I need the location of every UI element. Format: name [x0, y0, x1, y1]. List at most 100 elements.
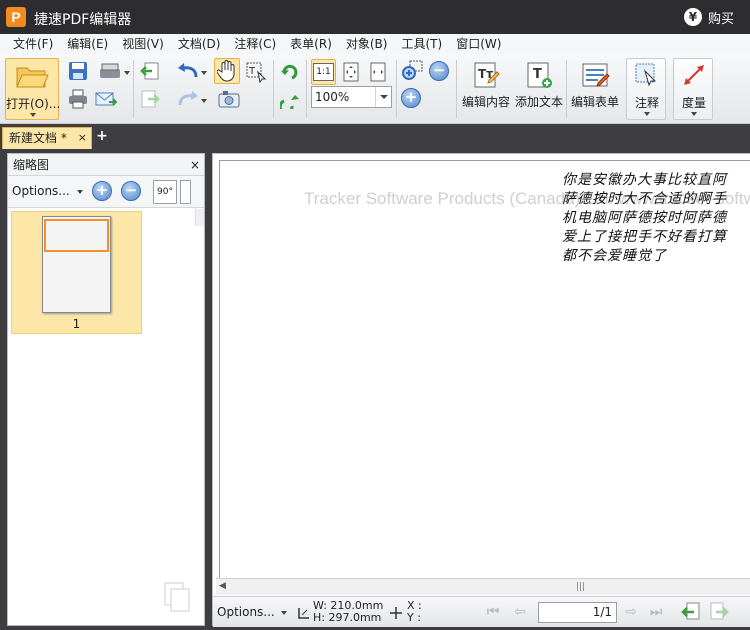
back-page-icon	[140, 62, 159, 80]
menu-forms[interactable]: 表单(R)	[283, 34, 339, 54]
fit-page-icon	[343, 62, 359, 82]
document-tab-label: 新建文档 *	[9, 131, 67, 145]
buy-button[interactable]: ¥ 购买	[683, 7, 734, 27]
status-bar: Options... W: 210.0mm H: 297.0mm X : Y :…	[213, 596, 750, 627]
document-tab[interactable]: 新建文档 * ×	[2, 127, 92, 149]
rotate-90-icon: 90°	[157, 187, 173, 197]
edit-form-button[interactable]: 编辑表单	[569, 58, 619, 118]
thumbnails-panel: 缩略图 × Options... + − 90° 1	[7, 153, 205, 626]
pages-stack-icon	[164, 582, 190, 612]
previous-page-button[interactable]: ⇦	[510, 604, 530, 620]
scroll-left-icon[interactable]: ◀	[219, 581, 226, 591]
edit-form-label: 编辑表单	[570, 95, 619, 109]
menu-edit[interactable]: 编辑(E)	[60, 34, 115, 54]
add-text-button[interactable]: T 添加文本	[512, 58, 564, 118]
annotate-icon	[635, 63, 657, 87]
rotate-cw-button[interactable]	[278, 60, 302, 82]
page-height-label: H: 297.0mm	[313, 611, 382, 624]
document-page[interactable]: Tracker Software Products (Canada) Ltd. …	[219, 160, 750, 579]
fit-width-button[interactable]	[366, 59, 390, 85]
app-logo-icon: P	[6, 7, 26, 27]
horizontal-scrollbar[interactable]: ◀ |||	[216, 578, 750, 595]
last-page-button[interactable]: ⏭	[646, 604, 666, 620]
menu-view[interactable]: 视图(V)	[115, 34, 171, 54]
rotate-thumbnail-button[interactable]: 90°	[153, 180, 177, 204]
zoom-out-button[interactable]: −	[429, 61, 449, 81]
first-page-button[interactable]: ⏮	[483, 604, 503, 620]
redo-button[interactable]	[169, 88, 207, 110]
close-panel-icon[interactable]: ×	[190, 154, 200, 176]
zoom-in-button[interactable]: +	[401, 88, 421, 108]
forward-button[interactable]	[138, 88, 162, 110]
rotate-ccw-button[interactable]	[278, 88, 302, 110]
menu-file[interactable]: 文件(F)	[6, 34, 60, 54]
thumbnails-scrollbar[interactable]	[195, 209, 204, 226]
camera-icon	[218, 91, 240, 108]
add-text-icon: T	[527, 62, 552, 88]
menu-comments[interactable]: 注释(C)	[227, 34, 283, 54]
yen-icon: ¥	[683, 8, 702, 26]
annotate-button[interactable]: 注释	[626, 58, 666, 120]
back-button[interactable]	[138, 60, 162, 82]
folder-open-icon	[16, 67, 49, 88]
status-options-dropdown-icon	[281, 611, 287, 615]
previous-view-icon[interactable]	[681, 602, 701, 622]
snapshot-button[interactable]	[217, 88, 241, 110]
thumbnail-zoom-out-button[interactable]: −	[121, 181, 141, 201]
thumbnail-page-number: 1	[72, 317, 81, 331]
fit-width-icon	[370, 62, 386, 82]
thumbnail-more-dropdown[interactable]	[180, 180, 191, 204]
actual-size-button[interactable]: 1:1	[311, 59, 336, 85]
hand-tool-button[interactable]	[214, 58, 240, 84]
zoom-select[interactable]: 100%	[311, 86, 392, 108]
menu-window[interactable]: 窗口(W)	[449, 34, 508, 54]
select-text-button[interactable]: T	[243, 60, 269, 84]
page-thumbnail[interactable]: 1	[11, 211, 142, 334]
menu-tools[interactable]: 工具(T)	[394, 34, 449, 54]
add-tab-button[interactable]: +	[95, 129, 109, 143]
cursor-y-label: Y :	[407, 611, 421, 624]
document-view: Tracker Software Products (Canada) Ltd. …	[212, 153, 750, 627]
zoom-dropdown-icon	[375, 87, 391, 107]
forward-page-icon	[141, 90, 160, 108]
annotate-dropdown-icon	[644, 112, 650, 116]
title-bar: P 捷速PDF编辑器 ¥ 购买	[0, 0, 750, 34]
toolbar-separator	[306, 60, 307, 118]
next-view-icon[interactable]	[709, 602, 729, 622]
app-title: 捷速PDF编辑器	[34, 12, 132, 28]
email-button[interactable]	[94, 88, 118, 110]
measure-label: 度量	[681, 96, 706, 110]
undo-button[interactable]	[169, 60, 207, 82]
thumbnails-toolbar: Options... + − 90°	[8, 176, 204, 208]
email-icon	[95, 92, 117, 106]
scroll-grip-icon[interactable]: |||	[576, 582, 585, 592]
scanner-button[interactable]	[94, 60, 130, 82]
print-icon	[69, 89, 87, 109]
close-tab-icon[interactable]: ×	[78, 128, 87, 148]
open-button[interactable]: 打开(O)...	[5, 58, 60, 120]
toolbar-separator	[273, 60, 274, 118]
next-page-button[interactable]: ⇨	[621, 604, 641, 620]
status-options-button[interactable]: Options...	[217, 606, 275, 618]
edit-form-icon	[582, 63, 610, 87]
add-text-label: 添加文本	[514, 95, 563, 109]
redo-dropdown-icon	[201, 99, 207, 103]
save-button[interactable]	[66, 60, 90, 82]
measure-button[interactable]: 度量	[673, 58, 713, 120]
undo-dropdown-icon	[201, 71, 207, 75]
measure-icon	[684, 65, 704, 85]
menu-document[interactable]: 文档(D)	[171, 34, 228, 54]
thumbnail-zoom-in-button[interactable]: +	[92, 181, 112, 201]
document-tab-strip: 新建文档 * × +	[0, 124, 750, 149]
menu-objects[interactable]: 对象(B)	[339, 34, 395, 54]
page-number-input[interactable]: 1/1	[538, 602, 617, 623]
open-dropdown-icon	[30, 113, 36, 117]
thumbnails-options-button[interactable]: Options...	[12, 184, 70, 198]
scanner-icon	[100, 63, 120, 78]
marquee-zoom-button[interactable]	[400, 59, 424, 83]
print-button[interactable]	[66, 88, 90, 110]
rotate-clockwise-icon	[281, 64, 298, 80]
buy-label: 购买	[707, 11, 734, 27]
fit-page-button[interactable]	[339, 59, 363, 85]
edit-content-button[interactable]: Tт 编辑内容	[460, 58, 510, 118]
